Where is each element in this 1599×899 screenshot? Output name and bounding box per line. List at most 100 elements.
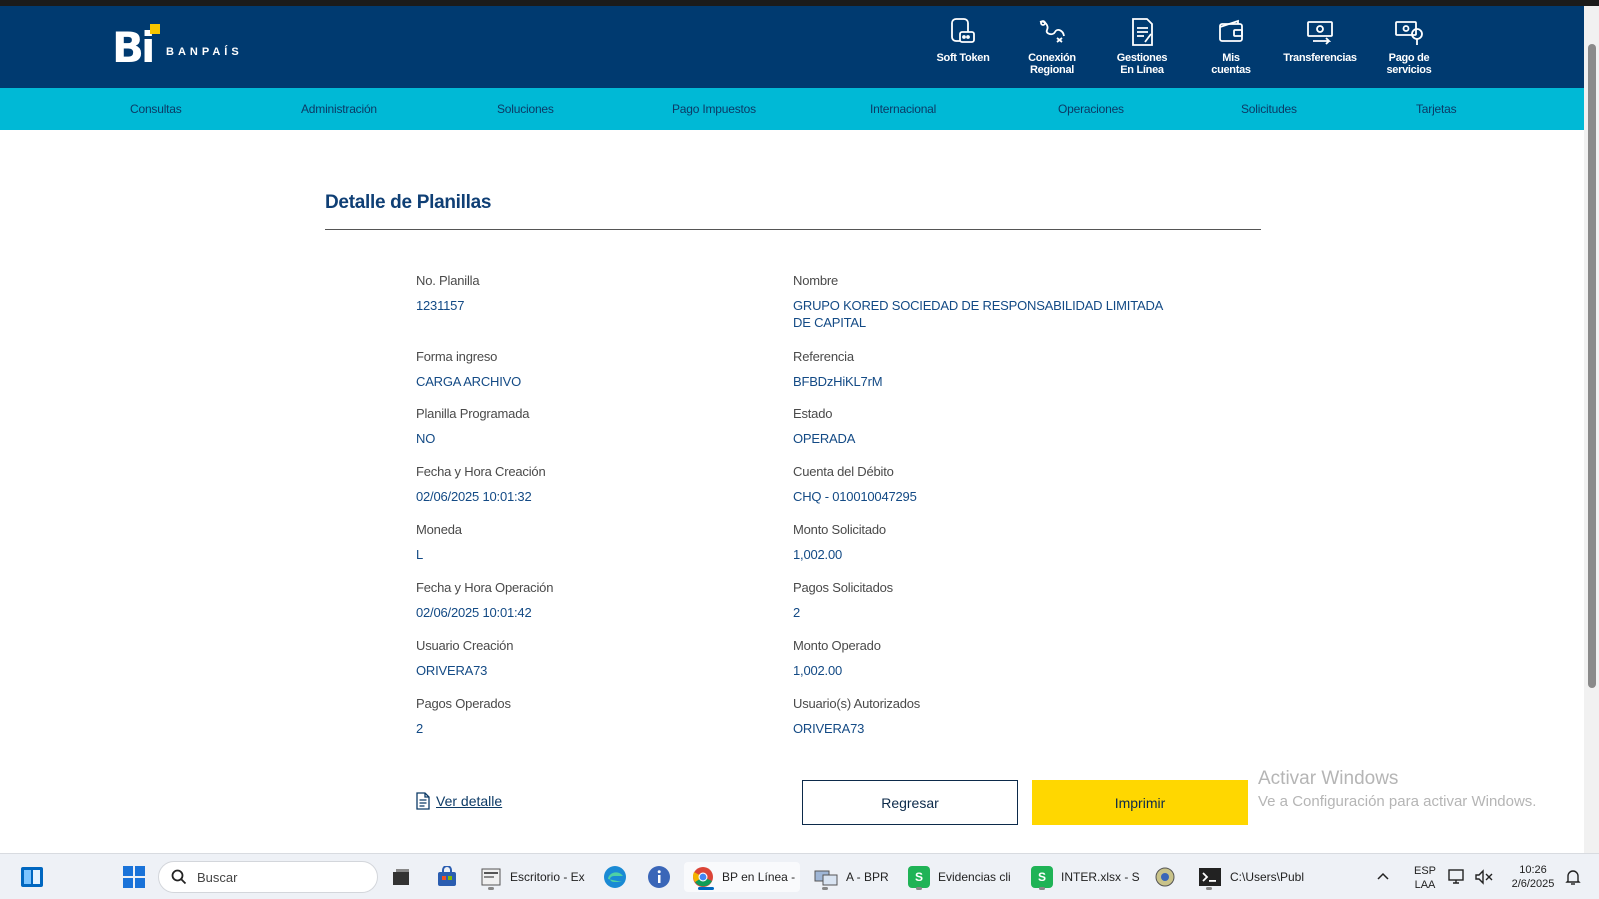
field-forma-ingreso: Forma ingreso CARGA ARCHIVO (416, 349, 796, 390)
regional-icon (1039, 20, 1065, 43)
chevron-up-icon (1377, 872, 1389, 880)
field-value: NO (416, 431, 436, 446)
clock-date: 2/6/2025 (1511, 878, 1555, 890)
field-monto-solicitado: Monto Solicitado 1,002.00 (793, 522, 1173, 563)
watermark-title: Activar Windows (1258, 768, 1399, 789)
show-hidden-icons-button[interactable] (1376, 862, 1390, 892)
menu-soluciones[interactable]: Soluciones (497, 102, 554, 116)
activation-watermark: Activar Windows Ve a Configuración para … (1258, 768, 1536, 810)
field-label: Fecha y Hora Operación (416, 580, 554, 595)
nav-soft-token[interactable]: Soft Token (918, 16, 1008, 64)
field-value: L (416, 547, 424, 562)
taskbar-app-label: A - BPR (846, 870, 889, 884)
widgets-button[interactable] (20, 862, 44, 892)
field-label: Monto Operado (793, 638, 881, 653)
nav-conexion-regional[interactable]: Conexión Regional (1007, 16, 1097, 76)
taskbar-app-sheet-1[interactable]: S Evidencias cli (908, 862, 1011, 892)
taskbar-search[interactable]: Buscar (158, 861, 378, 893)
ver-detalle-link[interactable]: Ver detalle (416, 792, 502, 810)
taskbar-app-label: C:\Users\Publ (1230, 870, 1305, 884)
notifications-button[interactable] (1564, 862, 1582, 892)
language-code: ESP (1413, 865, 1436, 877)
document-icon (416, 792, 430, 810)
nav-mis-cuentas[interactable]: Mis cuentas (1186, 16, 1276, 76)
field-label: Cuenta del Débito (793, 464, 894, 479)
menu-consultas[interactable]: Consultas (130, 102, 182, 116)
logo-wordmark: BANPAÍS (166, 46, 243, 58)
field-nombre: Nombre GRUPO KORED SOCIEDAD DE RESPONSAB… (793, 273, 1163, 331)
field-value: 1,002.00 (793, 547, 843, 562)
nav-transferencias-label: Transferencias (1283, 52, 1357, 64)
page-scrollbar[interactable] (1584, 6, 1599, 854)
taskbar-app-label: Escritorio - Ex (510, 870, 585, 884)
taskbar-app-label: BP en Línea - (722, 870, 796, 884)
nav-pago-de-servicios[interactable]: Pago de servicios (1364, 16, 1454, 76)
field-value: 02/06/2025 10:01:32 (416, 489, 532, 504)
nav-mis-cuentas-label: Mis cuentas (1211, 52, 1251, 76)
taskbar-app-chrome[interactable]: BP en Línea - (684, 862, 800, 892)
field-label: Moneda (416, 522, 462, 537)
volume-muted-icon (1475, 869, 1493, 885)
field-estado: Estado OPERADA (793, 406, 1173, 447)
task-view-button[interactable] (390, 862, 412, 892)
running-indicator (1039, 887, 1045, 890)
keyboard-layout: LAA (1414, 879, 1436, 891)
field-label: Usuario(s) Autorizados (793, 696, 921, 711)
running-indicator (488, 887, 494, 890)
field-label: Estado (793, 406, 833, 421)
windows-start-icon (123, 866, 145, 888)
menu-internacional[interactable]: Internacional (870, 102, 936, 116)
store-button[interactable] (436, 862, 458, 892)
start-button[interactable] (122, 862, 146, 892)
regresar-button[interactable]: Regresar (802, 780, 1018, 825)
field-label: Pagos Operados (416, 696, 511, 711)
clock[interactable]: 10:26 2/6/2025 (1508, 863, 1558, 891)
taskbar-info-app[interactable] (647, 862, 671, 892)
menu-pago-impuestos[interactable]: Pago Impuestos (672, 102, 756, 116)
field-value: OPERADA (793, 431, 856, 446)
taskbar-app-label: INTER.xlsx - S (1061, 870, 1140, 884)
taskbar-edge[interactable] (603, 862, 627, 892)
field-label: Forma ingreso (416, 349, 498, 364)
menu-operaciones[interactable]: Operaciones (1058, 102, 1124, 116)
taskbar-app-sheet-2[interactable]: S INTER.xlsx - S (1031, 862, 1140, 892)
search-icon (171, 869, 187, 885)
field-cuenta-debito: Cuenta del Débito CHQ - 010010047295 (793, 464, 1173, 505)
running-indicator (1206, 887, 1212, 890)
volume-status[interactable] (1474, 862, 1494, 892)
network-icon (1448, 869, 1464, 884)
clock-time: 10:26 (1519, 864, 1547, 876)
ver-detalle-label[interactable]: Ver detalle (436, 793, 502, 809)
banpais-logo[interactable]: Bi BANPAÍS (112, 24, 243, 70)
field-no-planilla: No. Planilla 1231157 (416, 273, 796, 314)
active-indicator (698, 887, 714, 890)
field-referencia: Referencia BFBDzHiKL7rM (793, 349, 1173, 390)
scrollbar-thumb[interactable] (1588, 44, 1596, 688)
field-moneda: Moneda L (416, 522, 796, 563)
network-status[interactable] (1448, 862, 1468, 892)
task-view-icon (393, 869, 409, 885)
watermark-subtitle: Ve a Configuración para activar Windows. (1258, 793, 1537, 810)
field-label: Planilla Programada (416, 406, 530, 421)
imprimir-button[interactable]: Imprimir (1032, 780, 1248, 825)
nav-conexion-regional-label: Conexión Regional (1028, 52, 1076, 76)
menu-tarjetas[interactable]: Tarjetas (1416, 102, 1457, 116)
nav-transferencias[interactable]: Transferencias (1275, 16, 1365, 64)
taskbar-app-terminal[interactable]: C:\Users\Publ (1198, 862, 1304, 892)
field-value: 1,002.00 (793, 663, 843, 678)
edge-icon (604, 866, 626, 888)
file-explorer-icon (481, 868, 501, 886)
input-language[interactable]: ESP LAA (1410, 864, 1440, 892)
field-value: 1231157 (416, 298, 465, 313)
taskbar-app-explorer[interactable]: Escritorio - Ex (480, 862, 585, 892)
taskbar-app-disk[interactable] (1154, 862, 1176, 892)
nav-soft-token-label: Soft Token (936, 52, 990, 64)
field-usuarios-autorizados: Usuario(s) Autorizados ORIVERA73 (793, 696, 1173, 737)
field-fecha-hora-creacion: Fecha y Hora Creación 02/06/2025 10:01:3… (416, 464, 796, 505)
field-label: Nombre (793, 273, 839, 288)
nav-gestiones-en-linea[interactable]: Gestiones En Línea (1097, 16, 1187, 76)
menu-administracion[interactable]: Administración (301, 102, 377, 116)
page-title: Detalle de Planillas (325, 192, 492, 213)
taskbar-app-remote[interactable]: A - BPR (814, 862, 889, 892)
menu-solicitudes[interactable]: Solicitudes (1241, 102, 1297, 116)
